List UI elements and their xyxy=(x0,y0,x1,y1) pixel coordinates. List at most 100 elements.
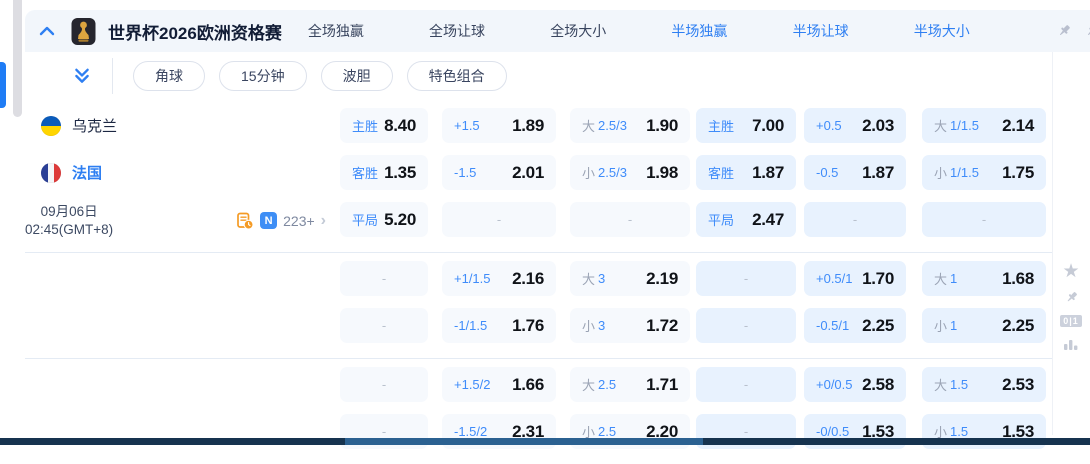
odds-value: 1.87 xyxy=(862,163,894,183)
horizontal-scrollbar-track[interactable] xyxy=(0,438,1090,445)
odds-value: 1.72 xyxy=(646,316,678,336)
empty-odds: - xyxy=(744,424,748,439)
odds-line-label: 平局 xyxy=(708,210,734,229)
pin-icon[interactable] xyxy=(1055,23,1072,40)
odds-value: 2.19 xyxy=(646,269,678,289)
tab-2[interactable]: 全场大小 xyxy=(550,21,606,41)
filter-pill-2[interactable]: 波胆 xyxy=(321,61,393,91)
odds-cell[interactable]: -1/1.5 1.76 xyxy=(442,308,556,343)
tab-0[interactable]: 全场独赢 xyxy=(308,21,364,41)
odds-cell[interactable]: - xyxy=(922,202,1046,237)
odds-line-label: 客胜 xyxy=(352,163,378,182)
odds-cell[interactable]: - xyxy=(442,202,556,237)
odds-type-label: 小 xyxy=(934,163,947,182)
home-team-row: 乌克兰 xyxy=(25,108,340,143)
odds-value: 1.90 xyxy=(646,116,678,136)
empty-odds: - xyxy=(744,271,748,286)
odds-cell[interactable]: - xyxy=(696,367,796,402)
odds-block-3: -+1.5/21.66大2.51.71-+0/0.52.58大1.52.53--… xyxy=(25,359,1090,464)
info-spacer xyxy=(25,359,340,464)
odds-cell[interactable]: 大2.5/31.90 xyxy=(570,108,690,143)
odds-cell[interactable]: - xyxy=(340,308,428,343)
odds-cell[interactable]: 客胜1.35 xyxy=(340,155,428,190)
odds-line-label: 1/1.5 xyxy=(950,118,979,133)
odds-cell[interactable]: -0.5/12.25 xyxy=(804,308,906,343)
odds-cell[interactable]: +1/1.52.16 xyxy=(442,261,556,296)
odds-cell[interactable]: - xyxy=(570,202,690,237)
match-info: 乌克兰 法国 09月06日 02:45(GMT+8) xyxy=(25,100,340,252)
odds-value: 7.00 xyxy=(752,116,784,136)
filter-pill-3[interactable]: 特色组合 xyxy=(407,61,507,91)
odds-cell[interactable]: 大32.19 xyxy=(570,261,690,296)
collapse-chevron-up-icon[interactable] xyxy=(39,24,55,38)
expand-double-chevron-down-icon[interactable] xyxy=(73,67,91,85)
tab-1[interactable]: 全场让球 xyxy=(429,21,485,41)
odds-value: 1.75 xyxy=(1002,163,1034,183)
odds-cell[interactable]: 主胜7.00 xyxy=(696,108,796,143)
odds-value: 2.14 xyxy=(1002,116,1034,136)
tab-3[interactable]: 半场独赢 xyxy=(671,21,727,41)
odds-cell[interactable]: - xyxy=(340,367,428,402)
tab-4[interactable]: 半场让球 xyxy=(793,21,849,41)
empty-odds: - xyxy=(853,212,857,227)
odds-line-label: -1/1.5 xyxy=(454,318,487,333)
odds-cell[interactable]: +0.5/11.70 xyxy=(804,261,906,296)
odds-cell[interactable]: +0/0.52.58 xyxy=(804,367,906,402)
odds-cell[interactable]: 小12.25 xyxy=(922,308,1046,343)
odds-line-label: 3 xyxy=(598,271,605,286)
odds-cell[interactable]: 大1.52.53 xyxy=(922,367,1046,402)
odds-cell[interactable]: 主胜8.40 xyxy=(340,108,428,143)
odds-cell[interactable]: 平局 2.47 xyxy=(696,202,796,237)
odds-type-label: 大 xyxy=(582,116,595,135)
odds-cell[interactable]: +0.52.03 xyxy=(804,108,906,143)
odds-cell[interactable]: - xyxy=(340,261,428,296)
odds-cell[interactable]: 平局 5.20 xyxy=(340,202,428,237)
odds-value: 2.47 xyxy=(752,210,784,230)
odds-cell[interactable]: - xyxy=(696,261,796,296)
chevron-right-icon: › xyxy=(321,213,326,229)
empty-odds: - xyxy=(382,318,386,333)
odds-cell[interactable]: - xyxy=(804,202,906,237)
odds-line-label: -0.5/1 xyxy=(816,318,849,333)
pin-icon[interactable] xyxy=(1083,23,1090,40)
pin-icon[interactable] xyxy=(1063,290,1079,306)
info-spacer xyxy=(25,253,340,358)
odds-cell[interactable]: 客胜1.87 xyxy=(696,155,796,190)
odds-row: 客胜1.35-1.52.01小2.5/31.98客胜1.87-0.51.87小1… xyxy=(340,155,1046,190)
odds-cell[interactable]: 小2.5/31.98 xyxy=(570,155,690,190)
france-flag-icon xyxy=(41,163,61,183)
odds-cell[interactable]: 大1/1.52.14 xyxy=(922,108,1046,143)
odds-line-label: -0.5 xyxy=(816,165,838,180)
odds-cell[interactable]: +1.51.89 xyxy=(442,108,556,143)
league-header: 世界杯2026欧洲资格赛 全场独赢全场让球全场大小半场独赢半场让球半场大小 xyxy=(25,10,1090,52)
filter-pill-1[interactable]: 15分钟 xyxy=(219,61,307,91)
odds-cell[interactable]: 大2.51.71 xyxy=(570,367,690,402)
odds-cell[interactable]: 小31.72 xyxy=(570,308,690,343)
more-markets-count: 223+ xyxy=(283,213,315,229)
odds-cell[interactable]: -1.52.01 xyxy=(442,155,556,190)
more-markets-link[interactable]: N 223+ › xyxy=(236,212,326,230)
scoreboard-icon[interactable]: 0|1 xyxy=(1060,315,1082,327)
tab-5[interactable]: 半场大小 xyxy=(914,21,970,41)
odds-line-label: +1.5 xyxy=(454,118,480,133)
odds-cell[interactable]: 大11.68 xyxy=(922,261,1046,296)
odds-value: 1.87 xyxy=(752,163,784,183)
stats-bar-chart-icon[interactable] xyxy=(1063,336,1079,351)
odds-line-label: 平局 xyxy=(352,210,378,229)
filter-pill-0[interactable]: 角球 xyxy=(133,61,205,91)
match-datetime: 09月06日 02:45(GMT+8) xyxy=(25,203,113,239)
odds-value: 1.71 xyxy=(646,375,678,395)
odds-value: 1.76 xyxy=(512,316,544,336)
odds-cell[interactable]: +1.5/21.66 xyxy=(442,367,556,402)
odds-cell[interactable]: - xyxy=(696,308,796,343)
vertical-scrollbar-thumb[interactable] xyxy=(13,0,22,117)
odds-cell[interactable]: -0.5 1.87 xyxy=(804,155,906,190)
odds-cell[interactable]: 小1/1.51.75 xyxy=(922,155,1046,190)
odds-value: 2.03 xyxy=(862,116,894,136)
odds-value: 1.68 xyxy=(1002,269,1034,289)
odds-value: 5.20 xyxy=(384,210,416,230)
horizontal-scrollbar-thumb[interactable] xyxy=(345,438,703,445)
odds-type-label: 大 xyxy=(934,375,947,394)
odds-group-3: -+1.5/21.66大2.51.71-+0/0.52.58大1.52.53--… xyxy=(340,359,1046,464)
favorite-star-icon[interactable]: ★ xyxy=(1062,262,1079,281)
